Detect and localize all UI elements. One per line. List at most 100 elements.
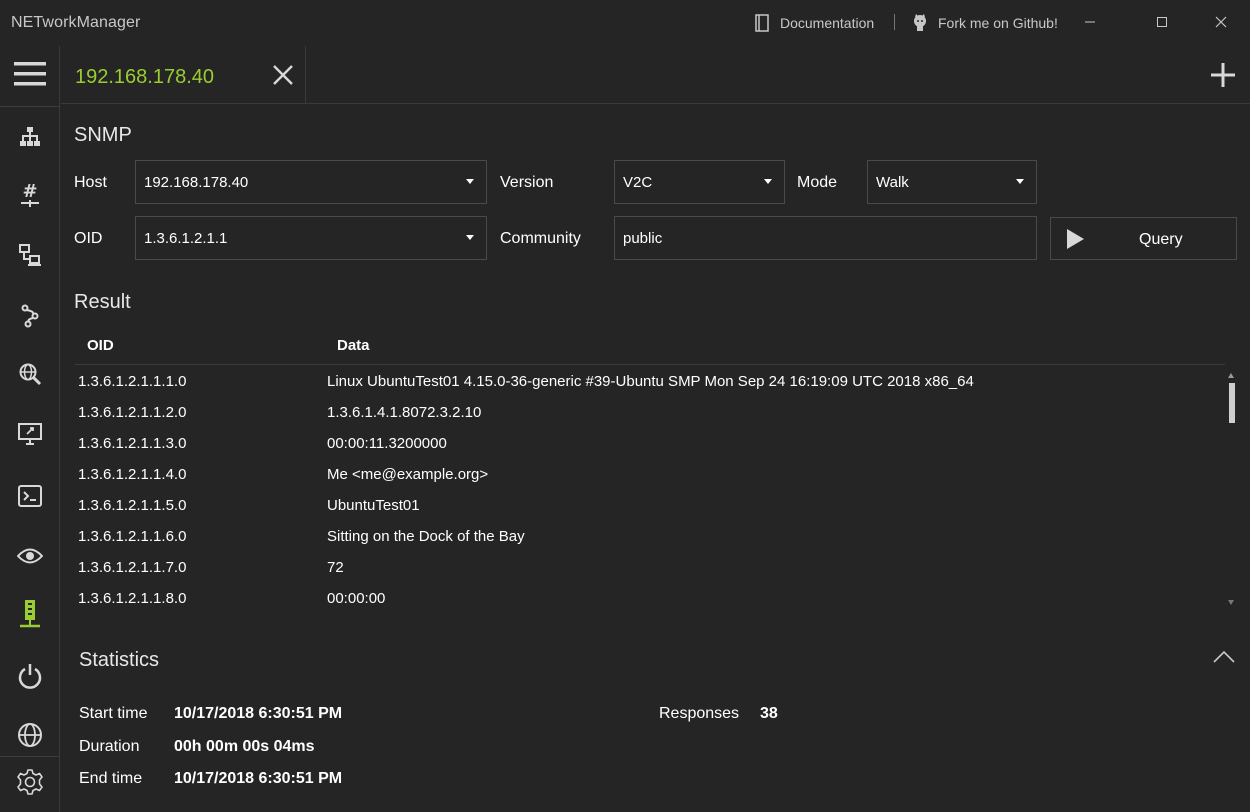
scroll-down-arrow-icon[interactable] — [1228, 600, 1234, 605]
table-row[interactable]: 1.3.6.1.2.1.1.3.0 00:00:11.3200000 — [61, 428, 1231, 459]
cell-data: Sitting on the Dock of the Bay — [327, 528, 525, 545]
nav-snmp[interactable] — [0, 594, 60, 634]
port-computers-icon — [19, 244, 41, 266]
nav-putty-terminal[interactable] — [0, 476, 60, 516]
github-label: Fork me on Github! — [938, 15, 1058, 31]
book-icon — [755, 14, 769, 32]
cell-data: 1.3.6.1.4.1.8072.3.2.10 — [327, 404, 482, 421]
nav-settings[interactable] — [0, 762, 60, 802]
chevron-down-icon — [466, 235, 474, 240]
maximize-button[interactable] — [1147, 9, 1177, 35]
documentation-link[interactable]: Documentation — [752, 13, 874, 33]
nav-network-interface[interactable] — [0, 117, 60, 157]
result-title: Result — [74, 291, 131, 313]
nav-remote-desktop[interactable] — [0, 414, 60, 454]
table-row[interactable]: 1.3.6.1.2.1.1.8.0 00:00:00 — [61, 583, 1231, 614]
cell-oid: 1.3.6.1.2.1.1.7.0 — [78, 559, 187, 576]
nav-port-scanner[interactable] — [0, 235, 60, 275]
table-row[interactable]: 1.3.6.1.2.1.1.6.0 Sitting on the Dock of… — [61, 521, 1231, 552]
scroll-up-arrow-icon[interactable] — [1228, 373, 1234, 378]
host-value: 192.168.178.40 — [144, 174, 249, 191]
left-navigation: # — [0, 46, 60, 812]
table-row[interactable]: 1.3.6.1.2.1.1.7.0 72 — [61, 552, 1231, 583]
nav-divider-bottom — [0, 756, 60, 757]
cell-oid: 1.3.6.1.2.1.1.3.0 — [78, 435, 187, 452]
snmp-server-icon — [20, 600, 40, 628]
host-combobox[interactable]: 192.168.178.40 — [135, 160, 487, 204]
query-button[interactable]: Query — [1050, 217, 1237, 260]
community-label: Community — [500, 230, 581, 247]
nav-monitor[interactable] — [0, 536, 60, 576]
close-icon — [1215, 16, 1227, 28]
oid-label: OID — [74, 230, 103, 247]
query-label: Query — [1139, 231, 1183, 248]
mode-label: Mode — [797, 174, 838, 191]
nav-ip-scanner[interactable]: # — [0, 175, 60, 215]
cell-oid: 1.3.6.1.2.1.1.8.0 — [78, 590, 187, 607]
minimize-button[interactable] — [1075, 9, 1105, 35]
nav-lookup[interactable] — [0, 715, 60, 755]
title-bar: NETworkManager Documentation Fork me on … — [0, 0, 1250, 46]
tab-close-button[interactable] — [271, 63, 295, 87]
traceroute-icon — [21, 304, 39, 328]
github-link[interactable]: Fork me on Github! — [910, 13, 1058, 33]
nav-traceroute[interactable] — [0, 296, 60, 336]
community-value: public — [623, 230, 663, 247]
host-label: Host — [74, 174, 107, 191]
statistics-collapse-button[interactable] — [1212, 647, 1236, 667]
nav-dns-lookup[interactable] — [0, 354, 60, 394]
plus-icon — [1211, 63, 1235, 87]
version-label: Version — [500, 174, 554, 191]
cell-data: Linux UbuntuTest01 4.15.0-36-generic #39… — [327, 373, 974, 390]
cell-oid: 1.3.6.1.2.1.1.6.0 — [78, 528, 187, 545]
column-header-oid[interactable]: OID — [87, 337, 114, 354]
cell-oid: 1.3.6.1.2.1.1.1.0 — [78, 373, 187, 390]
cell-data: 72 — [327, 559, 344, 576]
terminal-icon — [18, 485, 42, 507]
settings-gear-icon — [17, 769, 43, 795]
close-icon — [273, 65, 293, 85]
tab-label: 192.168.178.40 — [75, 66, 215, 88]
globe-icon — [18, 723, 42, 747]
tab-192-168-178-40[interactable]: 192.168.178.40 — [61, 46, 306, 104]
column-header-data[interactable]: Data — [337, 337, 370, 354]
svg-text:#: # — [22, 181, 37, 202]
end-time-label: End time — [79, 770, 143, 787]
community-input[interactable]: public — [614, 216, 1037, 260]
remote-desktop-icon — [18, 423, 42, 445]
power-icon — [18, 664, 42, 689]
maximize-icon — [1157, 17, 1167, 27]
duration-value: 00h 00m 00s 04ms — [174, 738, 315, 755]
chevron-up-icon — [1213, 650, 1235, 663]
hamburger-menu-icon — [14, 62, 46, 86]
nav-divider — [0, 106, 60, 107]
add-tab-button[interactable] — [1210, 62, 1236, 88]
title-separator — [894, 14, 895, 30]
app-title: NETworkManager — [11, 14, 141, 31]
table-row[interactable]: 1.3.6.1.2.1.1.5.0 UbuntuTest01 — [61, 490, 1231, 521]
cell-oid: 1.3.6.1.2.1.1.5.0 — [78, 497, 187, 514]
cell-data: 00:00:11.3200000 — [327, 435, 447, 452]
cell-data: 00:00:00 — [327, 590, 386, 607]
table-row[interactable]: 1.3.6.1.2.1.1.1.0 Linux UbuntuTest01 4.1… — [61, 366, 1231, 397]
github-octocat-icon — [914, 14, 926, 31]
result-scrollbar-thumb[interactable] — [1229, 383, 1235, 423]
eye-icon — [17, 548, 43, 564]
result-table: 1.3.6.1.2.1.1.1.0 Linux UbuntuTest01 4.1… — [61, 366, 1231, 618]
snmp-title: SNMP — [74, 124, 132, 146]
play-icon — [1067, 229, 1084, 249]
mode-dropdown[interactable]: Walk — [867, 160, 1037, 204]
oid-value: 1.3.6.1.2.1.1 — [144, 230, 228, 247]
tab-strip: 192.168.178.40 — [61, 46, 1250, 104]
nav-wake-on-lan[interactable] — [0, 656, 60, 696]
table-header-divider — [75, 364, 1225, 365]
start-time-label: Start time — [79, 705, 148, 722]
start-time-value: 10/17/2018 6:30:51 PM — [174, 705, 343, 722]
hamburger-menu-button[interactable] — [0, 54, 60, 94]
table-row[interactable]: 1.3.6.1.2.1.1.2.0 1.3.6.1.4.1.8072.3.2.1… — [61, 397, 1231, 428]
close-window-button[interactable] — [1206, 9, 1236, 35]
oid-combobox[interactable]: 1.3.6.1.2.1.1 — [135, 216, 487, 260]
version-dropdown[interactable]: V2C — [614, 160, 785, 204]
table-row[interactable]: 1.3.6.1.2.1.1.4.0 Me <me@example.org> — [61, 459, 1231, 490]
responses-label: Responses — [659, 705, 740, 722]
